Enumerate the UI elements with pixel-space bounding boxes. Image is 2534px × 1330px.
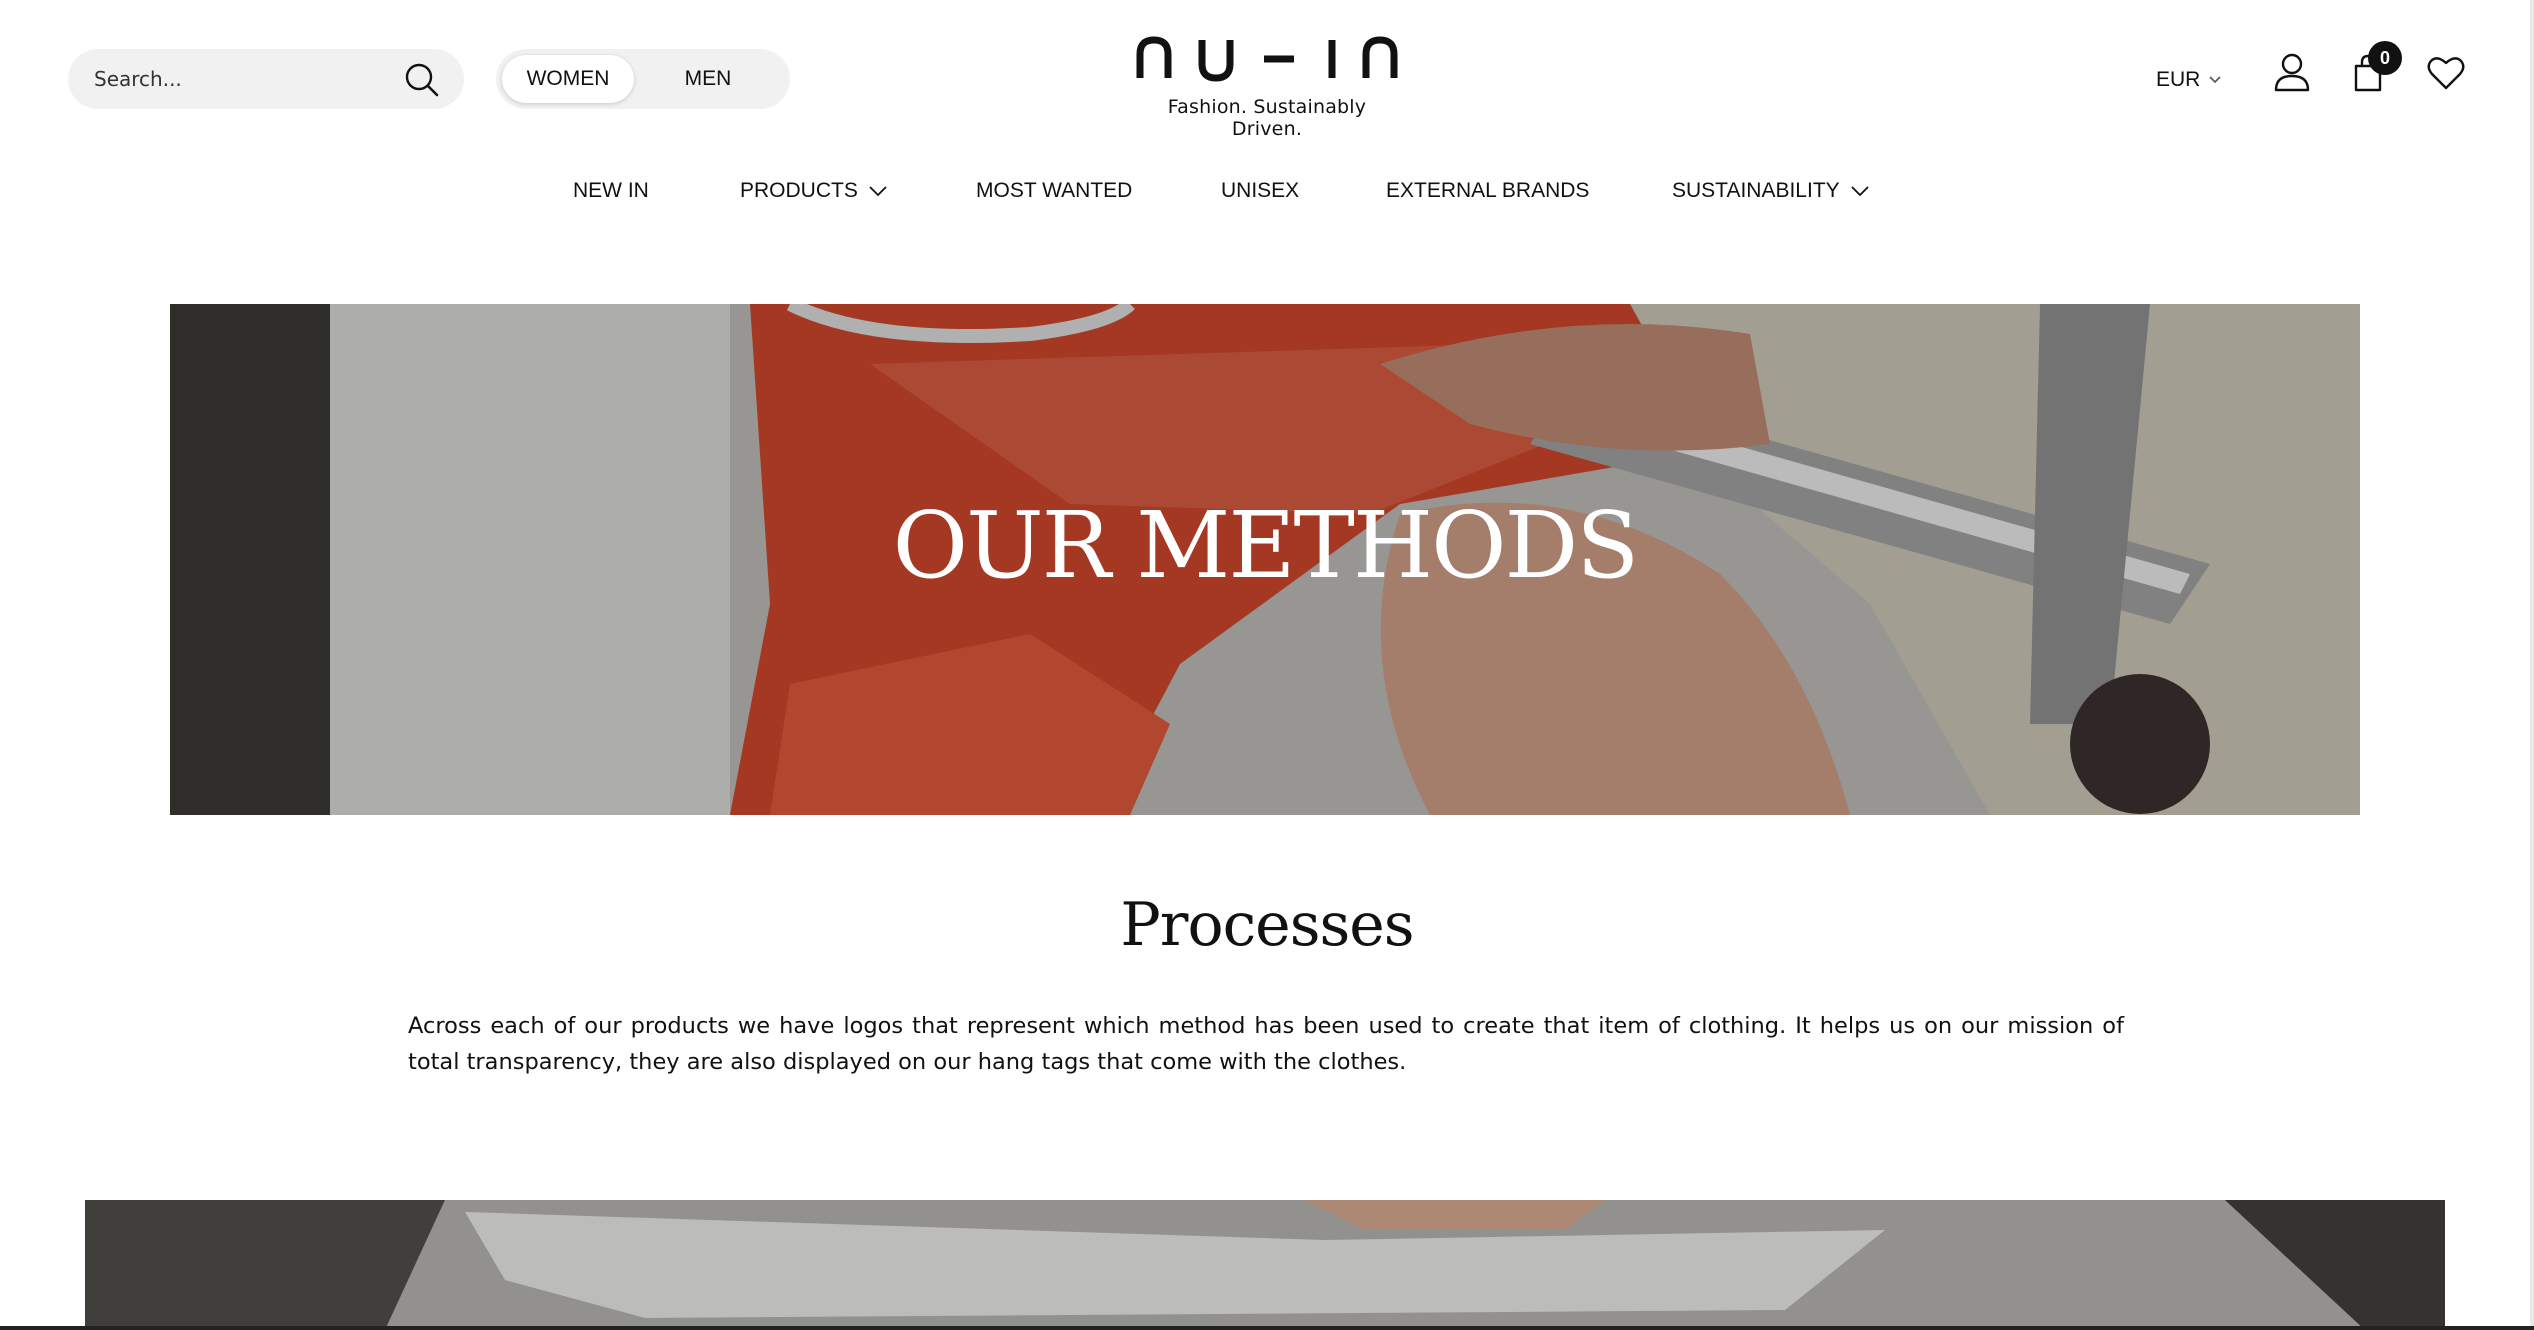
processes-description: Across each of our products we have logo…: [408, 1013, 2124, 1075]
nav-new-in-label: NEW IN: [573, 179, 649, 202]
brand-tagline: Fashion. Sustainably Driven.: [1167, 96, 1367, 140]
nav-external-brands[interactable]: EXTERNAL BRANDS: [1386, 174, 1589, 208]
women-tab[interactable]: WOMEN: [502, 55, 634, 103]
methods-image: [85, 1200, 2445, 1330]
hero-banner: OUR METHODS: [170, 304, 2360, 815]
currency-selector[interactable]: EUR: [2156, 66, 2222, 94]
window-bottom-border: [0, 1326, 2534, 1330]
nav-products-label: PRODUCTS: [740, 179, 858, 202]
chevron-down-icon: [1851, 186, 1869, 197]
currency-label: EUR: [2156, 68, 2201, 91]
brand-logo[interactable]: Fashion. Sustainably Driven.: [1136, 34, 1398, 140]
chevron-down-icon: [2209, 76, 2221, 84]
nav-unisex[interactable]: UNISEX: [1221, 174, 1299, 208]
processes-title: Processes: [1120, 890, 1414, 960]
nav-most-wanted[interactable]: MOST WANTED: [976, 174, 1132, 208]
page-edge: [2530, 0, 2534, 1330]
search-input[interactable]: [94, 49, 394, 109]
gender-toggle: WOMEN MEN: [496, 49, 790, 109]
chevron-down-icon: [869, 186, 887, 197]
nav-sustainability-label: SUSTAINABILITY: [1672, 179, 1840, 202]
nav-sustainability[interactable]: SUSTAINABILITY: [1672, 174, 1870, 208]
user-icon[interactable]: [2272, 52, 2312, 92]
cart-count-badge: 0: [2368, 41, 2402, 75]
nav-new-in[interactable]: NEW IN: [573, 174, 649, 208]
men-tab[interactable]: MEN: [640, 55, 776, 103]
nu-in-logo-icon: [1136, 36, 1398, 82]
cutting-table-image: [85, 1200, 2445, 1330]
search-icon[interactable]: [402, 60, 442, 100]
hero-title: OUR METHODS: [892, 492, 1640, 599]
heart-icon[interactable]: [2426, 54, 2466, 92]
nav-most-wanted-label: MOST WANTED: [976, 179, 1133, 202]
nav-external-brands-label: EXTERNAL BRANDS: [1386, 179, 1590, 202]
nav-unisex-label: UNISEX: [1221, 179, 1300, 202]
nav-products[interactable]: PRODUCTS: [740, 174, 888, 208]
